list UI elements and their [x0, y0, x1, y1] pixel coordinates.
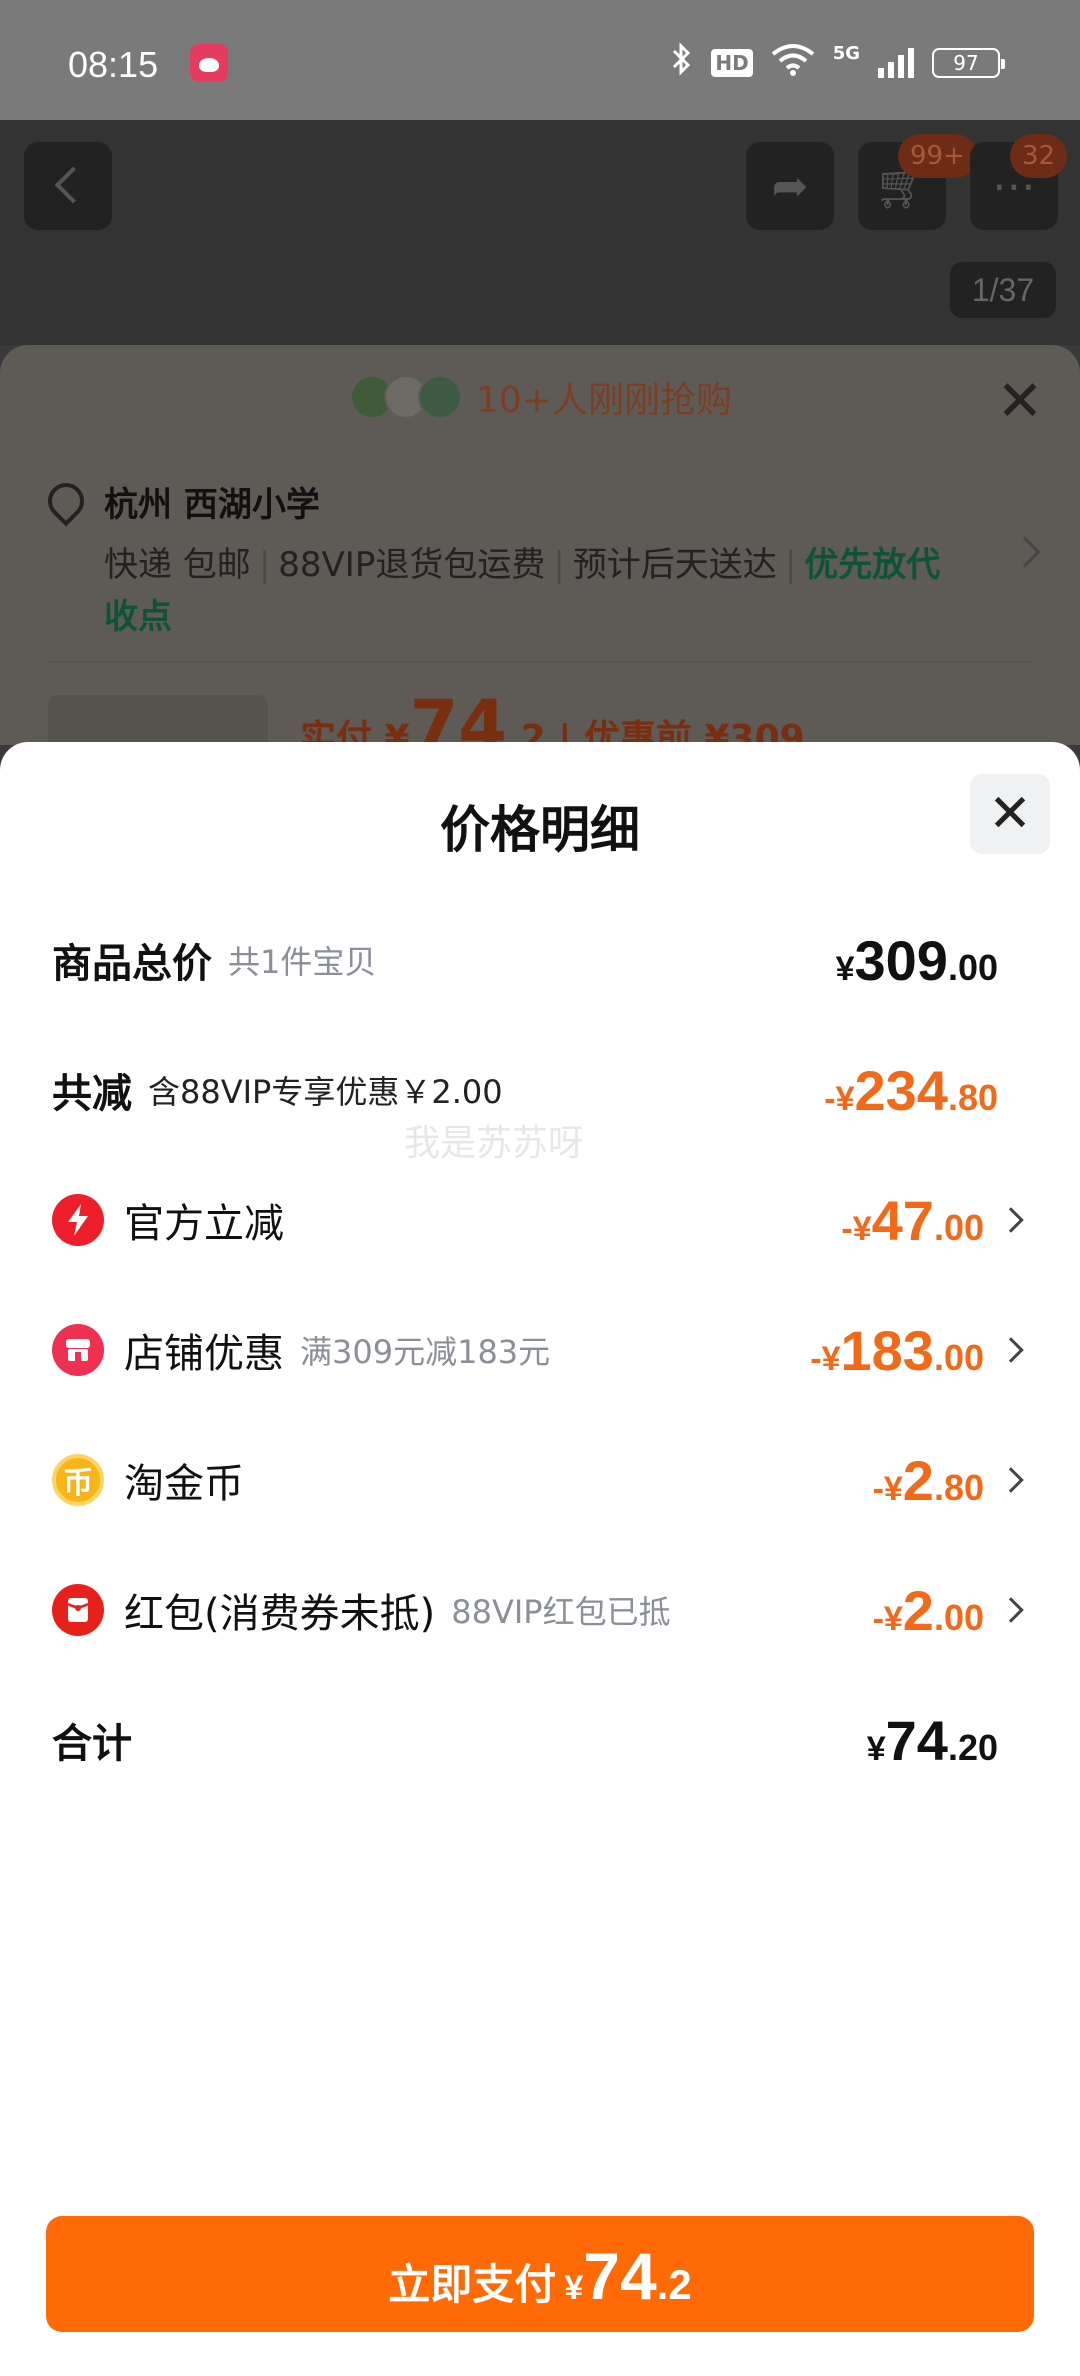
- pay-now-button[interactable]: 立即支付 ¥ 74 .2: [46, 2216, 1034, 2332]
- red-packet-icon: [52, 1584, 104, 1636]
- row-amount: -¥ 47.00: [841, 1188, 984, 1252]
- network-type: 5G: [832, 42, 860, 64]
- chevron-right-icon: [998, 1207, 1024, 1233]
- row-label: 店铺优惠: [124, 1331, 284, 1377]
- hd-icon: HD: [711, 49, 753, 77]
- cart-button[interactable]: 🛒︎ 99+: [858, 134, 977, 230]
- back-button[interactable]: [24, 142, 112, 230]
- delivery-info[interactable]: 快递 包邮 | 88VIP退货包运费 | 预计后天送达 | 优先放代收点: [104, 539, 964, 643]
- eta-info: 预计后天送达: [572, 545, 777, 585]
- price-detail-modal: 价格明细 ✕ 我是苏苏呀 商品总价 共1件宝贝 ¥309.00 共减 含88VI…: [0, 742, 1080, 2376]
- signal-icon: [878, 48, 914, 78]
- app-notification-icon: [190, 44, 228, 82]
- row-label: 淘金币: [124, 1461, 244, 1507]
- price-row-total: 商品总价 共1件宝贝 ¥309.00: [52, 920, 1028, 1000]
- battery-icon: 97: [932, 48, 1005, 78]
- row-label: 商品总价: [52, 941, 212, 987]
- row-amount: -¥ 234.80: [824, 1058, 998, 1122]
- product-header: ➦ 🛒︎ 99+ ⋯ 32 1/37: [0, 120, 1080, 345]
- recent-buyers: 10+人刚刚抢购: [350, 371, 732, 423]
- row-label: 共减: [52, 1071, 132, 1117]
- return-info: 88VIP退货包运费: [278, 545, 546, 585]
- image-counter: 1/37: [950, 262, 1056, 318]
- wifi-icon: [771, 42, 815, 84]
- row-amount: ¥309.00: [835, 928, 998, 992]
- lightning-icon: [52, 1194, 104, 1246]
- price-row-discount-total: 共减 含88VIP专享优惠￥2.00 -¥ 234.80: [52, 1050, 1028, 1130]
- row-amount: -¥ 183.00: [810, 1318, 984, 1382]
- row-label: 合计: [52, 1721, 132, 1767]
- shop-icon: [52, 1324, 104, 1376]
- price-row-grand-total: 合计 ¥74.20: [52, 1700, 1028, 1780]
- delivery-address[interactable]: 杭州 西湖小学: [104, 477, 320, 526]
- share-button[interactable]: ➦: [746, 142, 834, 230]
- avatar: [418, 375, 462, 419]
- bluetooth-icon: [671, 42, 693, 84]
- row-amount: -¥ 2.00: [872, 1578, 984, 1642]
- row-amount: -¥ 2.80: [872, 1448, 984, 1512]
- coin-icon: 币: [52, 1454, 104, 1506]
- message-badge: 32: [1010, 134, 1068, 178]
- row-sub: 满309元减183元: [300, 1333, 551, 1371]
- close-icon: ✕: [988, 784, 1032, 844]
- row-amount: ¥74.20: [866, 1708, 998, 1772]
- row-label: 官方立减: [124, 1201, 284, 1247]
- chevron-right-icon: [998, 1337, 1024, 1363]
- modal-title: 价格明细: [440, 801, 640, 859]
- row-sub: 88VIP红包已抵: [451, 1593, 671, 1631]
- status-icons: HD 5G 97: [671, 42, 1005, 84]
- divider: [48, 661, 1032, 663]
- row-sub: 含88VIP专享优惠￥2.00: [148, 1073, 503, 1111]
- row-sub: 共1件宝贝: [228, 943, 377, 981]
- price-row-red-packet[interactable]: 红包(消费券未抵) 88VIP红包已抵 -¥ 2.00: [52, 1570, 1028, 1650]
- price-row-official-discount[interactable]: 官方立减 -¥ 47.00: [52, 1180, 1028, 1260]
- row-label: 红包(消费券未抵): [124, 1591, 436, 1637]
- status-bar: 08:15 HD 5G 97: [0, 0, 1080, 120]
- shipping-info: 快递 包邮: [104, 545, 251, 585]
- more-button[interactable]: ⋯ 32: [970, 134, 1068, 230]
- price-row-shop-discount[interactable]: 店铺优惠 满309元减183元 -¥ 183.00: [52, 1310, 1028, 1390]
- close-icon[interactable]: ✕: [984, 365, 1056, 437]
- cart-badge: 99+: [898, 134, 977, 178]
- chevron-right-icon: [1009, 536, 1041, 568]
- location-pin-icon: [40, 475, 92, 527]
- price-row-coins[interactable]: 币 淘金币 -¥ 2.80: [52, 1440, 1028, 1520]
- share-icon: ➦: [771, 160, 809, 212]
- recent-buyers-text: 10+人刚刚抢购: [476, 380, 732, 421]
- chevron-right-icon: [998, 1467, 1024, 1493]
- chevron-right-icon: [998, 1597, 1024, 1623]
- status-time: 08:15: [68, 44, 159, 85]
- order-sheet: 10+人刚刚抢购 ✕ 杭州 西湖小学 快递 包邮 | 88VIP退货包运费 | 预计后天…: [0, 345, 1080, 767]
- modal-close-button[interactable]: ✕: [970, 774, 1050, 854]
